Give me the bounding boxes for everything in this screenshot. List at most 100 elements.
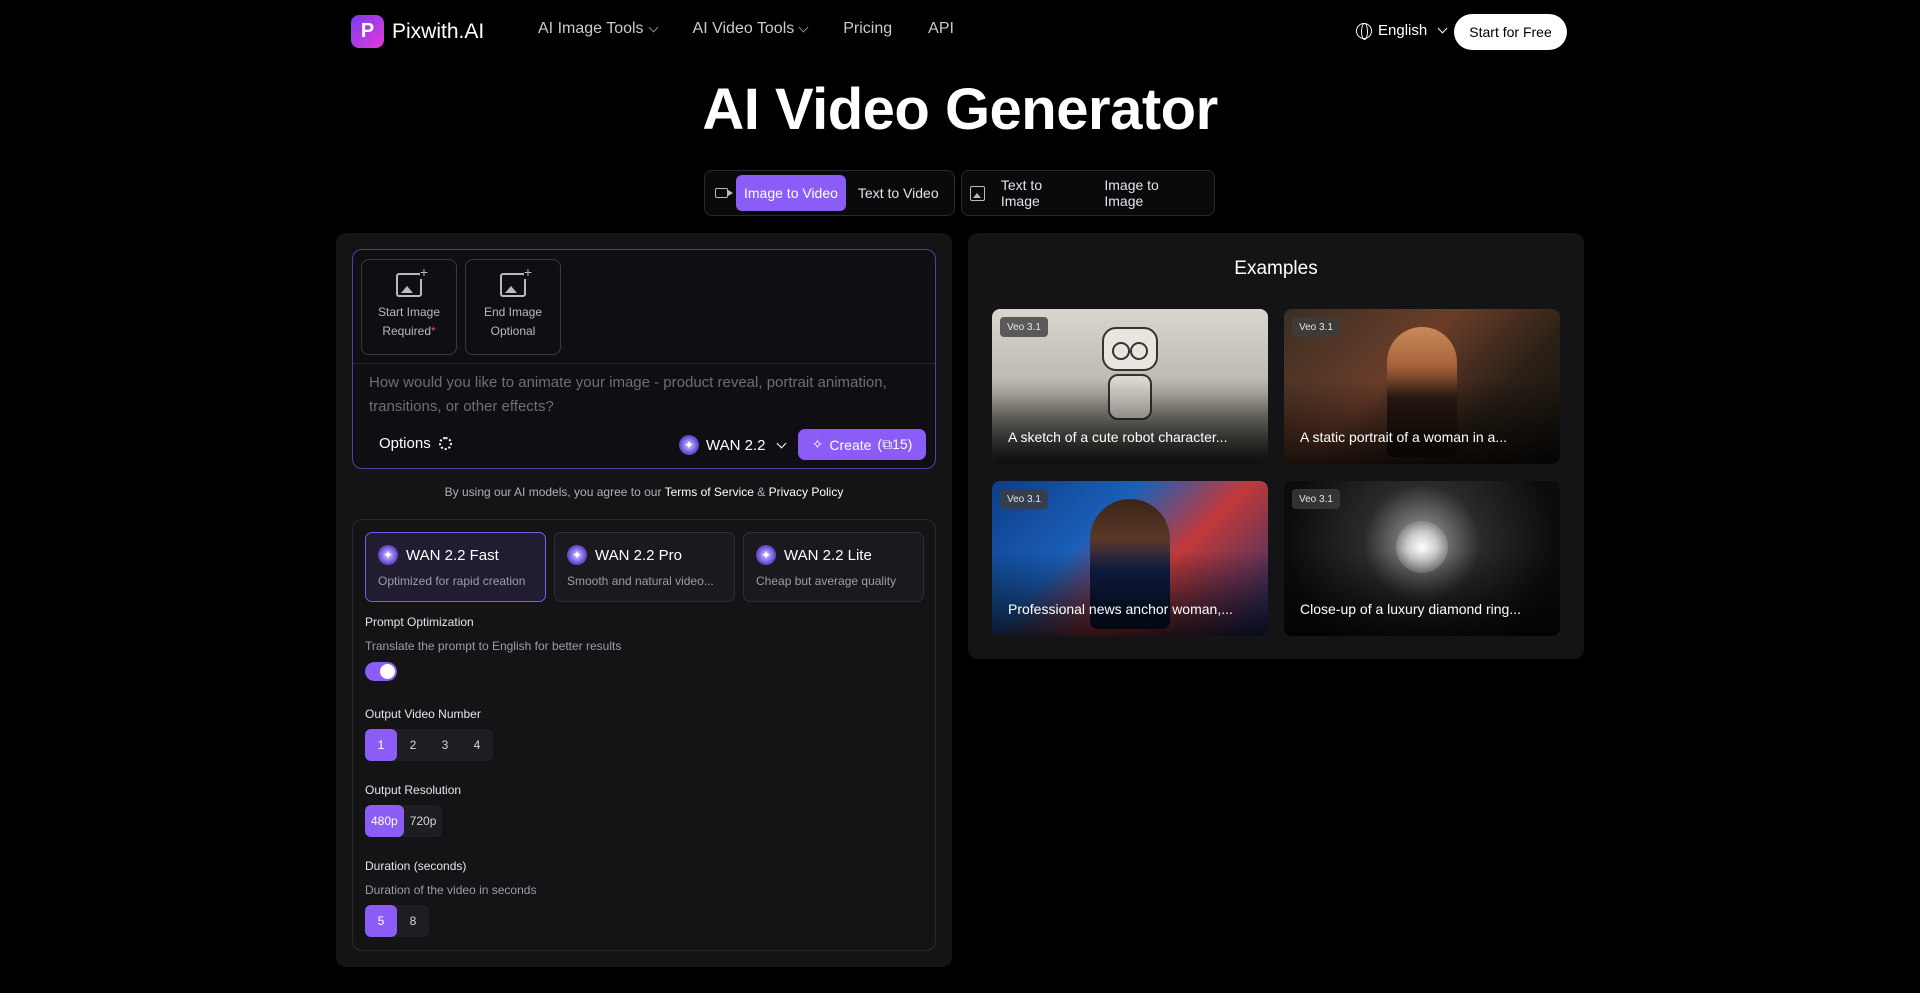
end-image-title: End Image [483, 305, 543, 319]
add-image-icon [396, 265, 428, 297]
start-image-sub: Required* [382, 324, 436, 338]
start-image-upload[interactable]: Start Image Required* [361, 259, 457, 355]
chevron-down-icon [648, 22, 658, 32]
tab-image-to-image[interactable]: Image to Image [1096, 175, 1209, 211]
model-card-desc: Cheap but average quality [756, 574, 897, 588]
examples-title: Examples [1234, 258, 1318, 279]
create-cost: (⧉15) [877, 436, 913, 452]
logo[interactable]: P Pixwith.AI [351, 15, 484, 48]
menu-ai-video-tools[interactable]: AI Video Tools [692, 20, 809, 38]
model-star-icon: ✦ [378, 545, 398, 565]
sparkle-icon: ✧ [811, 436, 824, 452]
model-card-name: WAN 2.2 Lite [784, 546, 872, 564]
duration-label: Duration (seconds) [365, 859, 467, 873]
menu-label: AI Image Tools [538, 20, 644, 37]
model-card-name: WAN 2.2 Pro [595, 546, 682, 564]
model-card-desc: Optimized for rapid creation [378, 574, 526, 588]
video-number-selector: 1 2 3 4 [365, 729, 493, 761]
model-label: WAN 2.2 [706, 436, 766, 454]
terms-and: & [757, 485, 766, 499]
duration-option[interactable]: 5 [365, 905, 397, 937]
page-title: AI Video Generator [702, 77, 1218, 142]
settings-panel: ✦ WAN 2.2 Fast Optimized for rapid creati… [352, 519, 936, 951]
model-badge: Veo 3.1 [1292, 489, 1340, 509]
options-button[interactable]: Options [379, 435, 452, 452]
model-card-wan-lite[interactable]: ✦ WAN 2.2 Lite Cheap but average quality [743, 532, 924, 602]
example-caption: A sketch of a cute robot character... [1008, 429, 1228, 445]
privacy-policy-link[interactable]: Privacy Policy [769, 485, 844, 499]
example-card[interactable]: Veo 3.1 Close-up of a luxury diamond rin… [1284, 481, 1560, 636]
example-card[interactable]: Veo 3.1 A sketch of a cute robot charact… [992, 309, 1268, 464]
start-image-title: Start Image [377, 305, 441, 319]
model-card-wan-fast[interactable]: ✦ WAN 2.2 Fast Optimized for rapid creati… [365, 532, 546, 602]
prompt-optimization-label: Prompt Optimization [365, 615, 474, 629]
prompt-optimization-desc: Translate the prompt to English for bett… [365, 639, 622, 653]
video-number-option[interactable]: 2 [397, 729, 429, 761]
model-star-icon: ✦ [679, 435, 699, 455]
create-button[interactable]: ✧ Create (⧉15) [798, 429, 926, 460]
model-card-name: WAN 2.2 Fast [406, 546, 499, 564]
divider [353, 363, 935, 364]
add-image-icon [500, 265, 532, 297]
model-card-wan-pro[interactable]: ✦ WAN 2.2 Pro Smooth and natural video... [554, 532, 735, 602]
model-badge: Veo 3.1 [1000, 317, 1048, 337]
tab-image-to-video[interactable]: Image to Video [736, 175, 846, 211]
logo-text: Pixwith.AI [392, 19, 485, 43]
start-for-free-button[interactable]: Start for Free [1454, 14, 1567, 50]
prompt-input[interactable]: How would you like to animate your image… [369, 371, 929, 419]
logo-icon: P [351, 15, 384, 48]
chevron-down-icon [1437, 23, 1448, 34]
example-caption: A static portrait of a woman in a... [1300, 429, 1507, 445]
image-icon [967, 175, 989, 211]
language-label: English [1378, 22, 1428, 39]
tab-text-to-video[interactable]: Text to Video [850, 175, 947, 211]
video-number-label: Output Video Number [365, 707, 481, 721]
duration-selector: 5 8 [365, 905, 429, 937]
menu-api[interactable]: API [928, 20, 954, 38]
video-tab-group: Image to Video Text to Video [704, 170, 955, 216]
resolution-option[interactable]: 720p [404, 805, 443, 837]
example-caption: Close-up of a luxury diamond ring... [1300, 601, 1521, 617]
main-menu: AI Image Tools AI Video Tools Pricing AP… [538, 20, 954, 38]
globe-icon [1356, 22, 1372, 40]
prompt-box: Start Image Required* End Image Optional… [352, 249, 936, 469]
video-camera-icon [710, 175, 733, 211]
chevron-down-icon [798, 22, 809, 32]
video-number-option[interactable]: 3 [429, 729, 461, 761]
model-card-desc: Smooth and natural video... [567, 574, 714, 588]
menu-label: AI Video Tools [692, 20, 795, 37]
top-nav: P Pixwith.AI AI Image Tools AI Video Too… [0, 0, 1920, 62]
resolution-option[interactable]: 480p [365, 805, 404, 837]
examples-panel: Examples Veo 3.1 A sketch of a cute robo… [968, 233, 1584, 659]
model-selector[interactable]: ✦ WAN 2.2 [679, 430, 787, 460]
end-image-upload[interactable]: End Image Optional [465, 259, 561, 355]
model-badge: Veo 3.1 [1000, 489, 1048, 509]
terms-notice: By using our AI models, you agree to our… [336, 485, 952, 499]
model-star-icon: ✦ [567, 545, 587, 565]
resolution-label: Output Resolution [365, 783, 462, 797]
language-selector[interactable]: English [1356, 22, 1448, 40]
gear-icon [438, 437, 452, 450]
menu-ai-image-tools[interactable]: AI Image Tools [538, 20, 658, 38]
duration-desc: Duration of the video in seconds [365, 883, 537, 897]
example-caption: Professional news anchor woman,... [1008, 601, 1233, 617]
required-mark: * [431, 324, 436, 338]
video-number-option[interactable]: 1 [365, 729, 397, 761]
menu-pricing[interactable]: Pricing [843, 20, 892, 38]
terms-of-service-link[interactable]: Terms of Service [665, 485, 754, 499]
create-label: Create [829, 436, 872, 453]
options-label: Options [379, 435, 431, 452]
end-image-sub: Optional [490, 324, 536, 338]
tab-text-to-image[interactable]: Text to Image [993, 175, 1093, 211]
duration-option[interactable]: 8 [397, 905, 429, 937]
terms-prefix: By using our AI models, you agree to our [444, 485, 662, 499]
prompt-optimization-toggle[interactable] [365, 662, 397, 681]
menu-label: API [928, 20, 954, 37]
generator-panel: Start Image Required* End Image Optional… [336, 233, 952, 967]
example-card[interactable]: Veo 3.1 A static portrait of a woman in … [1284, 309, 1560, 464]
menu-label: Pricing [843, 20, 893, 37]
model-star-icon: ✦ [756, 545, 776, 565]
example-card[interactable]: Veo 3.1 Professional news anchor woman,.… [992, 481, 1268, 636]
image-tab-group: Text to Image Image to Image [961, 170, 1215, 216]
video-number-option[interactable]: 4 [461, 729, 493, 761]
